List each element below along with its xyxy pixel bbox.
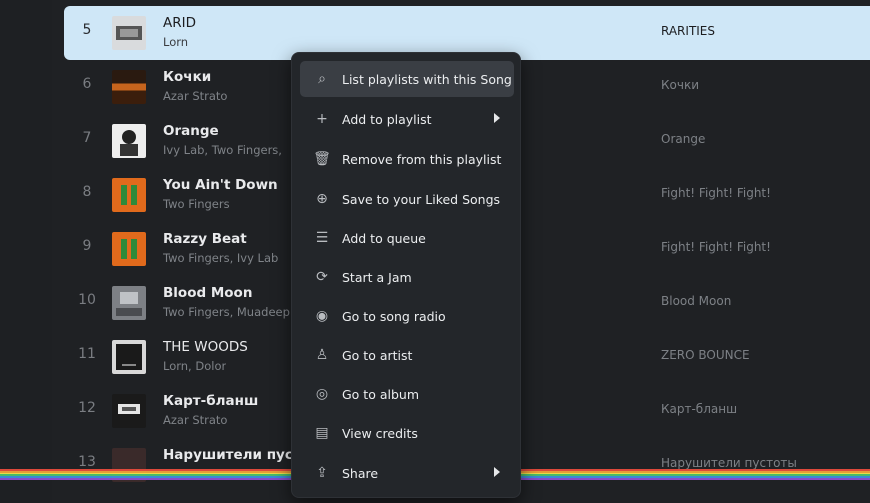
track-title: THE WOODS — [163, 339, 248, 355]
menu-item-label: Add to queue — [342, 230, 426, 246]
submenu-arrow-icon — [494, 467, 500, 477]
menu-item-label: Start a Jam — [342, 269, 412, 285]
album-art — [112, 286, 146, 320]
menu-item-label: View credits — [342, 425, 418, 441]
menu-item-label: Go to album — [342, 386, 419, 402]
album-art — [112, 16, 146, 50]
search-icon: ⌕ — [318, 71, 326, 87]
track-album[interactable]: Fight! Fight! Fight! — [661, 186, 771, 200]
menu-item-view-credits[interactable]: ▤ View credits — [300, 415, 514, 451]
menu-item-add-to-playlist[interactable]: + Add to playlist — [300, 101, 514, 137]
track-artist[interactable]: Azar Strato — [163, 413, 227, 427]
track-number: 11 — [78, 346, 96, 362]
menu-item-remove-from-playlist[interactable]: 🗑 Remove from this playlist — [300, 141, 514, 177]
queue-icon: ☰ — [315, 230, 329, 246]
track-artist[interactable]: Two Fingers, Muadeep — [163, 305, 290, 319]
track-number: 12 — [78, 400, 96, 416]
track-title: Razzy Beat — [163, 231, 247, 247]
menu-item-go-to-album[interactable]: ◎ Go to album — [300, 376, 514, 412]
menu-item-label: Go to artist — [342, 347, 413, 363]
track-number: 9 — [82, 238, 92, 254]
track-artist[interactable]: Two Fingers — [163, 197, 230, 211]
trash-icon: 🗑 — [313, 151, 331, 167]
track-title: You Ain't Down — [163, 177, 278, 193]
menu-item-label: Add to playlist — [342, 111, 432, 127]
track-title: Orange — [163, 123, 219, 139]
track-artist[interactable]: Lorn, Dolor — [163, 359, 226, 373]
radio-icon: ◉ — [315, 308, 329, 324]
share-icon: ⇪ — [316, 465, 328, 481]
track-artist[interactable]: Ivy Lab, Two Fingers, — [163, 143, 282, 157]
menu-item-save-liked[interactable]: ⊕ Save to your Liked Songs — [300, 181, 514, 217]
album-art — [112, 70, 146, 104]
track-number: 8 — [82, 184, 92, 200]
jam-icon: ⟳ — [316, 269, 328, 285]
track-artist[interactable]: Lorn — [163, 35, 188, 49]
track-number: 13 — [78, 454, 96, 470]
track-title: Карт-бланш — [163, 393, 259, 409]
track-number: 10 — [78, 292, 96, 308]
track-album[interactable]: ZERO BOUNCE — [661, 348, 750, 362]
track-artist[interactable]: Two Fingers, Ivy Lab — [163, 251, 278, 265]
track-album[interactable]: Карт-бланш — [661, 402, 737, 416]
context-menu: ⌕ List playlists with this Song + Add to… — [291, 52, 521, 498]
menu-item-go-to-artist[interactable]: ♙ Go to artist — [300, 337, 514, 373]
track-album[interactable]: RARITIES — [661, 24, 715, 38]
track-album[interactable]: Fight! Fight! Fight! — [661, 240, 771, 254]
menu-item-label: Go to song radio — [342, 308, 446, 324]
album-icon: ◎ — [315, 386, 329, 402]
album-art — [112, 340, 146, 374]
menu-item-label: Save to your Liked Songs — [342, 191, 501, 207]
credits-icon: ▤ — [315, 425, 329, 441]
track-number: 5 — [82, 22, 92, 38]
album-art — [112, 178, 146, 212]
menu-item-label: Remove from this playlist — [342, 151, 502, 167]
track-album[interactable]: Blood Moon — [661, 294, 731, 308]
submenu-arrow-icon — [494, 113, 500, 123]
menu-item-label: Share — [342, 465, 379, 481]
album-art — [112, 124, 146, 158]
track-title: Blood Moon — [163, 285, 253, 301]
track-title: ARID — [163, 15, 196, 31]
menu-item-list-playlists[interactable]: ⌕ List playlists with this Song — [300, 61, 514, 97]
menu-item-add-to-queue[interactable]: ☰ Add to queue — [300, 220, 514, 256]
menu-item-start-jam[interactable]: ⟳ Start a Jam — [300, 259, 514, 295]
track-album[interactable]: Нарушители пустоты — [661, 456, 797, 470]
add-circle-icon: ⊕ — [316, 191, 328, 207]
track-album[interactable]: Orange — [661, 132, 705, 146]
menu-item-song-radio[interactable]: ◉ Go to song radio — [300, 298, 514, 334]
track-album[interactable]: Кочки — [661, 78, 699, 92]
album-art — [112, 232, 146, 266]
artist-icon: ♙ — [315, 347, 329, 363]
menu-item-share[interactable]: ⇪ Share — [300, 455, 514, 491]
track-number: 6 — [82, 76, 92, 92]
album-art — [112, 394, 146, 428]
plus-icon: + — [316, 111, 328, 127]
menu-item-label: List playlists with this Song — [342, 71, 512, 87]
track-artist[interactable]: Azar Strato — [163, 89, 227, 103]
track-title: Кочки — [163, 69, 212, 85]
track-number: 7 — [82, 130, 92, 146]
